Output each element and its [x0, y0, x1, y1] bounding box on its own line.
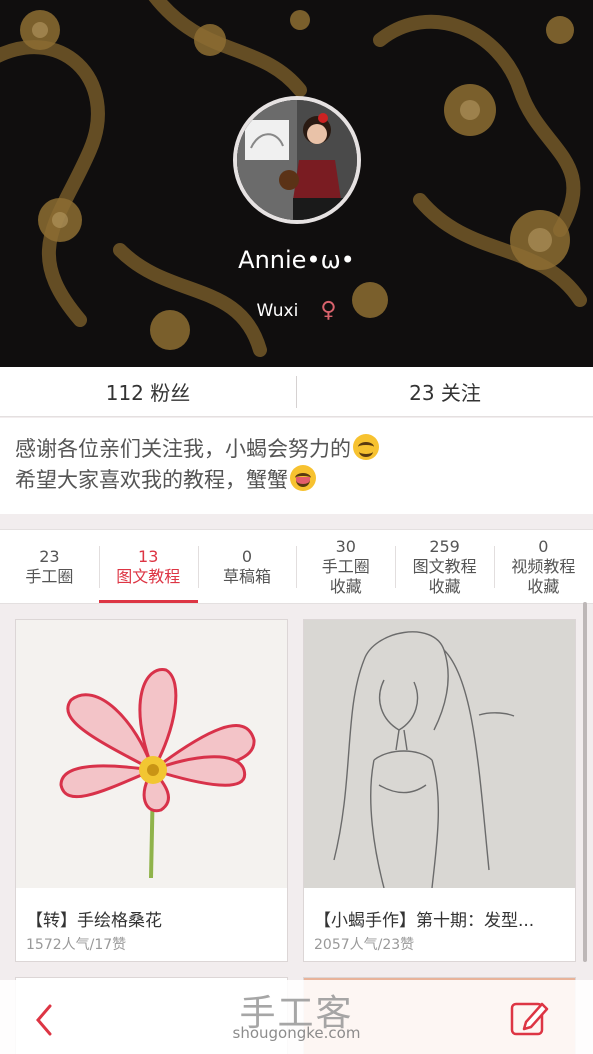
follow-stats-bar: 112 粉丝 23 关注: [0, 367, 593, 417]
tab-label: 图文教程 收藏: [412, 556, 477, 596]
tab-label: 手工圈 收藏: [321, 556, 370, 596]
avatar-image: [237, 100, 357, 220]
bottom-toolbar: 手工客 shougongke.com: [0, 980, 593, 1054]
flower-drawing-image: [16, 620, 287, 888]
watermark-url: shougongke.com: [232, 1024, 361, 1042]
followers-count[interactable]: 112 粉丝: [0, 377, 296, 406]
tab-handcraft-circle[interactable]: 23 手工圈: [0, 530, 99, 603]
tab-count: 0: [241, 546, 253, 566]
tab-label: 图文教程: [116, 566, 181, 586]
user-avatar[interactable]: [233, 96, 361, 224]
sketch-drawing-image: [304, 620, 575, 888]
location-row: Wuxi ♀: [0, 300, 593, 322]
tab-label: 草稿箱: [222, 566, 271, 586]
content-tabs: 23 手工圈 13 图文教程 0 草稿箱 30 手工圈 收藏 259 图文教程 …: [0, 529, 593, 604]
tab-drafts[interactable]: 0 草稿箱: [197, 530, 297, 603]
active-tab-underline: [98, 600, 198, 603]
location-text: Wuxi: [256, 301, 299, 321]
tab-video-tutorial-favorites[interactable]: 0 视频教程 收藏: [493, 530, 593, 603]
tutorial-title: 【小蝎手作】第十期：发型...: [314, 911, 535, 931]
tutorial-thumbnail: [304, 620, 575, 888]
tab-count: 13: [138, 546, 159, 566]
bio-line-2: 希望大家喜欢我的教程，蟹蟹: [15, 465, 578, 496]
bio-text-1: 感谢各位亲们关注我，小蝎会努力的: [15, 437, 351, 461]
tab-label: 手工圈: [25, 566, 74, 586]
tab-label: 视频教程 收藏: [511, 556, 576, 596]
edit-icon: [510, 1002, 549, 1036]
edit-button[interactable]: [508, 996, 550, 1038]
tutorial-stats: 2057人气/23赞: [314, 937, 415, 953]
tab-count: 30: [335, 536, 356, 556]
tab-count: 0: [538, 536, 549, 556]
tab-image-tutorials[interactable]: 13 图文教程: [98, 530, 198, 603]
user-bio: 感谢各位亲们关注我，小蝎会努力的 希望大家喜欢我的教程，蟹蟹: [0, 418, 593, 514]
tutorial-thumbnail: [16, 620, 287, 888]
tutorial-card[interactable]: 【小蝎手作】第十期：发型... 2057人气/23赞: [303, 619, 576, 962]
tab-count: 23: [39, 546, 60, 566]
tab-handcraft-circle-favorites[interactable]: 30 手工圈 收藏: [296, 530, 395, 603]
tutorial-title: 【转】手绘格桑花: [26, 911, 162, 931]
bio-line-1: 感谢各位亲们关注我，小蝎会努力的: [15, 434, 578, 465]
profile-header: Annie•ω• Wuxi ♀: [0, 0, 593, 367]
bio-text-2: 希望大家喜欢我的教程，蟹蟹: [15, 468, 288, 492]
female-icon: ♀: [320, 298, 337, 323]
scrollbar[interactable]: [583, 602, 587, 962]
username: Annie•ω•: [238, 246, 355, 274]
smile-emoji-icon: [353, 434, 379, 460]
yum-emoji-icon: [290, 465, 316, 491]
following-count[interactable]: 23 关注: [297, 377, 593, 406]
tutorial-stats: 1572人气/17赞: [26, 937, 127, 953]
tab-count: 259: [429, 536, 460, 556]
tab-image-tutorial-favorites[interactable]: 259 图文教程 收藏: [395, 530, 494, 603]
tutorial-card[interactable]: 【转】手绘格桑花 1572人气/17赞: [15, 619, 288, 962]
